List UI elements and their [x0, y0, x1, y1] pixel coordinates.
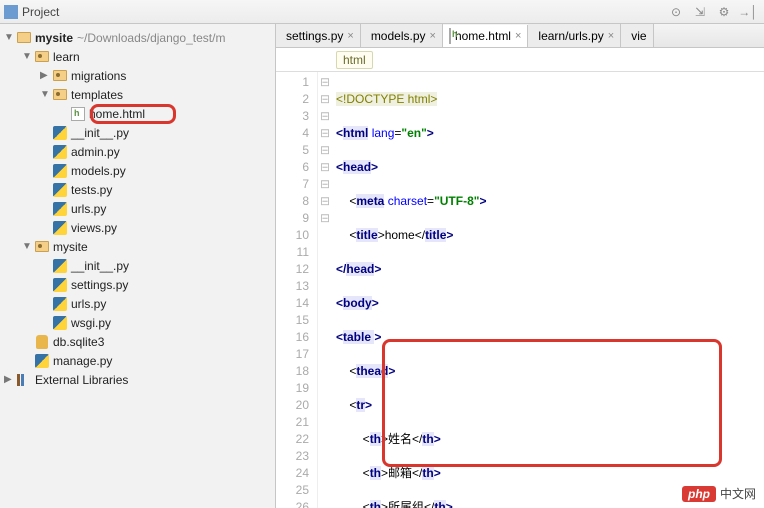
- watermark-text: 中文网: [720, 485, 756, 502]
- tree-file-tests[interactable]: tests.py: [0, 180, 275, 199]
- editor-pane: settings.py× models.py× home.html× learn…: [276, 24, 764, 508]
- close-icon[interactable]: ×: [430, 30, 436, 42]
- tree-file-admin[interactable]: admin.py: [0, 142, 275, 161]
- tab-vie[interactable]: vie: [621, 24, 653, 47]
- tree-external-libraries[interactable]: ▶External Libraries: [0, 370, 275, 389]
- tree-file-wsgi[interactable]: wsgi.py: [0, 313, 275, 332]
- close-icon[interactable]: ×: [608, 30, 614, 42]
- tab-models[interactable]: models.py×: [361, 24, 443, 47]
- project-toolbar: Project ⊙ ⇲ ⚙ →│: [0, 0, 764, 24]
- target-icon[interactable]: ⊙: [669, 5, 683, 19]
- fold-column[interactable]: ⊟⊟⊟⊟⊟⊟⊟⊟⊟: [318, 72, 332, 508]
- tab-learn-urls[interactable]: learn/urls.py×: [528, 24, 621, 47]
- watermark-logo: php: [682, 486, 716, 502]
- tab-home[interactable]: home.html×: [443, 25, 528, 48]
- tree-folder-mysite[interactable]: ▼mysite: [0, 237, 275, 256]
- close-icon[interactable]: ×: [515, 30, 521, 42]
- tree-file-init2[interactable]: __init__.py: [0, 256, 275, 275]
- project-label: Project: [22, 5, 59, 19]
- tree-file-db[interactable]: db.sqlite3: [0, 332, 275, 351]
- tab-settings[interactable]: settings.py×: [276, 24, 361, 47]
- gutter: 1234567891011121314151617181920212223242…: [276, 72, 318, 508]
- tree-root[interactable]: ▼mysite~/Downloads/django_test/m: [0, 28, 275, 47]
- gear-icon[interactable]: ⚙: [717, 5, 731, 19]
- tree-file-home-html[interactable]: home.html: [0, 104, 275, 123]
- watermark: php 中文网: [682, 485, 756, 502]
- tree-file-views[interactable]: views.py: [0, 218, 275, 237]
- project-icon: [4, 5, 18, 19]
- code-body[interactable]: <!DOCTYPE html> <html lang="en"> <head> …: [332, 72, 764, 508]
- project-tree[interactable]: ▼mysite~/Downloads/django_test/m ▼learn …: [0, 24, 276, 508]
- tree-file-urls2[interactable]: urls.py: [0, 294, 275, 313]
- collapse-icon[interactable]: ⇲: [693, 5, 707, 19]
- close-icon[interactable]: ×: [347, 30, 353, 42]
- tree-folder-migrations[interactable]: ▶migrations: [0, 66, 275, 85]
- editor-tabs: settings.py× models.py× home.html× learn…: [276, 24, 764, 48]
- tree-file-manage[interactable]: manage.py: [0, 351, 275, 370]
- breadcrumb-chip[interactable]: html: [336, 51, 373, 69]
- minimize-icon[interactable]: →│: [741, 5, 755, 19]
- tree-file-init[interactable]: __init__.py: [0, 123, 275, 142]
- tree-folder-templates[interactable]: ▼templates: [0, 85, 275, 104]
- tree-file-urls[interactable]: urls.py: [0, 199, 275, 218]
- tree-file-settings[interactable]: settings.py: [0, 275, 275, 294]
- tree-file-models[interactable]: models.py: [0, 161, 275, 180]
- code-editor[interactable]: 1234567891011121314151617181920212223242…: [276, 72, 764, 508]
- tree-folder-learn[interactable]: ▼learn: [0, 47, 275, 66]
- breadcrumb: html: [276, 48, 764, 72]
